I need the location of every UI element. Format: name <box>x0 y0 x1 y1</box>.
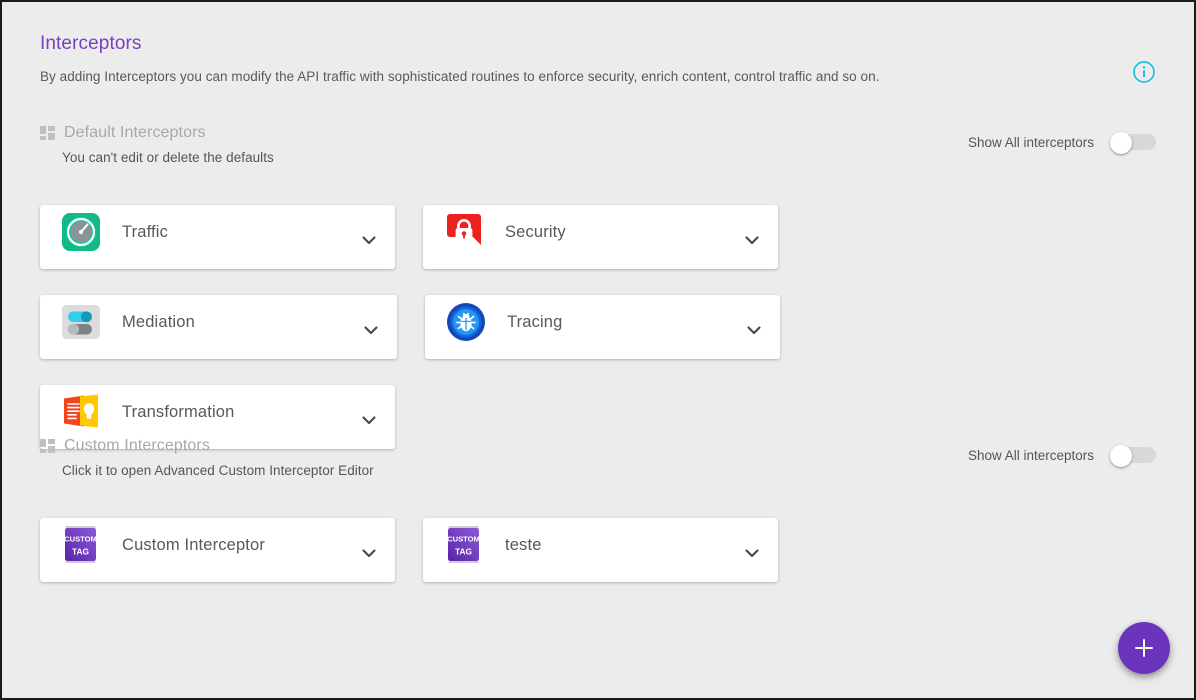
dashboard-grid-icon <box>40 126 55 140</box>
custom-tag-icon: CUSTOM TAG <box>58 522 104 568</box>
padlock-icon <box>441 209 487 255</box>
custom-tag-line1: CUSTOM <box>447 535 480 544</box>
interceptor-card-custom-interceptor[interactable]: CUSTOM TAG Custom Interceptor <box>40 518 395 582</box>
chevron-down-icon[interactable] <box>361 320 381 340</box>
switch-knob <box>1110 132 1132 154</box>
document-bulb-icon <box>58 389 104 435</box>
default-interceptors-section: Default Interceptors You can't edit or d… <box>40 124 1156 449</box>
gauge-icon <box>58 209 104 255</box>
default-show-all-toggle-row: Show All interceptors <box>967 132 1156 154</box>
default-section-title: Default Interceptors <box>64 124 206 141</box>
interceptor-card-security[interactable]: Security <box>423 205 778 269</box>
interceptor-card-teste[interactable]: CUSTOM TAG teste <box>423 518 778 582</box>
custom-section-title: Custom Interceptors <box>64 437 210 454</box>
custom-section-subtitle: Click it to open Advanced Custom Interce… <box>62 463 374 478</box>
interceptor-card-label: teste <box>505 535 542 554</box>
default-show-all-label: Show All interceptors <box>967 134 1094 150</box>
chevron-down-icon[interactable] <box>744 320 764 340</box>
chevron-down-icon[interactable] <box>359 543 379 563</box>
chevron-down-icon[interactable] <box>742 230 762 250</box>
custom-show-all-switch[interactable] <box>1110 445 1156 467</box>
interceptor-card-label: Tracing <box>507 312 563 331</box>
interceptors-page: Interceptors By adding Interceptors you … <box>0 0 1196 700</box>
plus-icon <box>1134 638 1154 658</box>
default-show-all-switch[interactable] <box>1110 132 1156 154</box>
chevron-down-icon[interactable] <box>742 543 762 563</box>
custom-tag-line2: TAG <box>455 546 472 556</box>
interceptor-card-label: Mediation <box>122 312 195 331</box>
interceptor-card-label: Security <box>505 222 566 241</box>
interceptor-card-tracing[interactable]: Tracing <box>425 295 780 359</box>
page-description: By adding Interceptors you can modify th… <box>40 69 880 84</box>
switch-knob <box>1110 445 1132 467</box>
interceptor-card-label: Traffic <box>122 222 168 241</box>
custom-show-all-label: Show All interceptors <box>967 447 1094 463</box>
custom-interceptors-section: Custom Interceptors Click it to open Adv… <box>40 437 1156 582</box>
toggles-icon <box>58 299 104 345</box>
custom-tag-icon: CUSTOM TAG <box>441 522 487 568</box>
custom-tag-line1: CUSTOM <box>64 535 97 544</box>
add-interceptor-button[interactable] <box>1118 622 1170 674</box>
bug-icon <box>443 299 489 345</box>
default-interceptor-cards: Traffic Security Mediation Tracing Trans… <box>40 205 1156 449</box>
page-header: Interceptors By adding Interceptors you … <box>40 32 1156 86</box>
chevron-down-icon[interactable] <box>359 230 379 250</box>
custom-show-all-toggle-row: Show All interceptors <box>967 445 1156 467</box>
interceptor-card-label: Transformation <box>122 402 235 421</box>
interceptor-card-mediation[interactable]: Mediation <box>40 295 397 359</box>
interceptor-card-label: Custom Interceptor <box>122 535 266 554</box>
chevron-down-icon[interactable] <box>359 410 379 430</box>
custom-interceptor-cards: CUSTOM TAG Custom Interceptor CUSTOM TAG… <box>40 518 1156 582</box>
page-title: Interceptors <box>40 33 142 54</box>
custom-tag-line2: TAG <box>72 546 89 556</box>
info-circle-icon[interactable] <box>1132 60 1156 84</box>
dashboard-grid-icon <box>40 439 55 453</box>
interceptor-card-traffic[interactable]: Traffic <box>40 205 395 269</box>
default-section-subtitle: You can't edit or delete the defaults <box>62 150 274 165</box>
